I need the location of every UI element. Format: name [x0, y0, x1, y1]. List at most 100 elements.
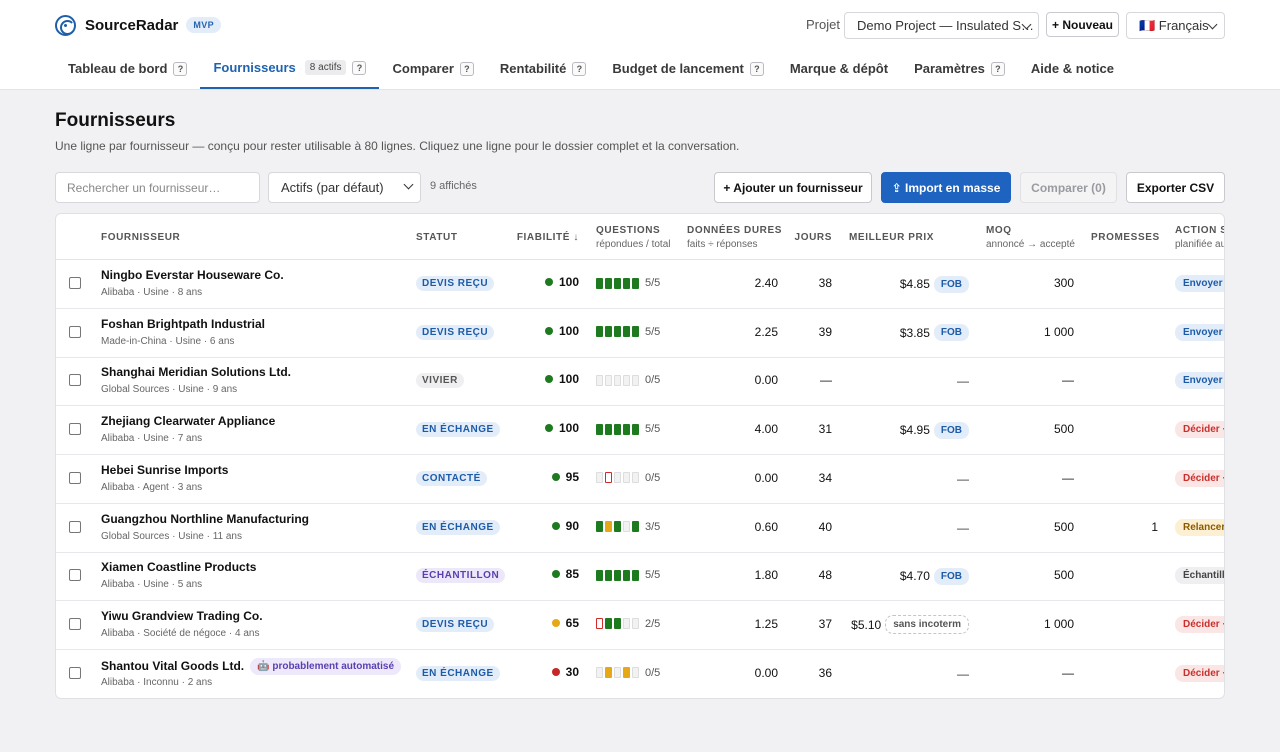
question-segment: [614, 423, 621, 435]
col-action[interactable]: ACTION S planifiée au: [1175, 214, 1224, 260]
new-project-button[interactable]: + Nouveau: [1046, 12, 1119, 37]
action-badge[interactable]: Décider ·: [1175, 615, 1224, 633]
row-checkbox[interactable]: [69, 423, 81, 436]
question-segment: [623, 277, 630, 289]
action-badge[interactable]: Échantill: [1175, 567, 1224, 585]
row-checkbox[interactable]: [69, 325, 81, 338]
action-badge[interactable]: Décider ·: [1175, 664, 1224, 682]
tab-brand-filing[interactable]: Marque & dépôt: [777, 48, 901, 89]
col-reliability[interactable]: FIABILITÉ ↓: [496, 214, 579, 260]
help-icon[interactable]: ?: [990, 61, 1005, 76]
project-select-value: Demo Project — Insulated S…: [857, 18, 1035, 33]
price-value: $4.85: [899, 277, 930, 291]
hard-data-value: 1.25: [754, 616, 778, 631]
table-row[interactable]: Ningbo Everstar Houseware Co. Alibaba · U…: [56, 260, 1224, 309]
price-value: —: [957, 520, 969, 535]
language-select[interactable]: 🇫🇷 Français: [1126, 12, 1225, 39]
action-badge[interactable]: Envoyer: [1175, 372, 1224, 390]
page-subtitle: Une ligne par fournisseur — conçu pour r…: [55, 139, 740, 153]
col-questions[interactable]: QUESTIONS répondues / total: [596, 214, 671, 260]
bulk-import-button[interactable]: ⇪ Import en masse: [881, 172, 1011, 203]
add-supplier-button[interactable]: + Ajouter un fournisseur: [714, 172, 872, 203]
search-input[interactable]: Rechercher un fournisseur…: [55, 172, 260, 203]
table-row[interactable]: Hebei Sunrise Imports Alibaba · Agent · 3…: [56, 455, 1224, 504]
table-row[interactable]: Shantou Vital Goods Ltd. 🤖 probablement a…: [56, 650, 1224, 698]
tab-suppliers[interactable]: Fournisseurs 8 actifs ?: [200, 48, 380, 89]
question-segment: [596, 569, 603, 581]
row-checkbox[interactable]: [69, 374, 81, 387]
row-checkbox[interactable]: [69, 617, 81, 630]
col-supplier[interactable]: FOURNISSEUR: [101, 214, 180, 260]
question-segment: [623, 667, 630, 679]
help-icon[interactable]: ?: [749, 61, 764, 76]
action-badge[interactable]: Envoyer: [1175, 323, 1224, 341]
incoterm-badge: FOB: [933, 567, 969, 585]
col-hard-data[interactable]: DONNÉES DURES faits ÷ réponses: [687, 214, 782, 260]
tab-dashboard[interactable]: Tableau de bord ?: [55, 48, 200, 89]
supplier-name-text: Guangzhou Northline Manufacturing: [101, 511, 309, 526]
table-row[interactable]: Foshan Brightpath Industrial Made-in-Chin…: [56, 309, 1224, 358]
col-status[interactable]: STATUT: [416, 214, 458, 260]
help-icon[interactable]: ?: [352, 60, 367, 75]
tab-compare[interactable]: Comparer ?: [379, 48, 486, 89]
question-segment: [605, 667, 612, 679]
row-checkbox[interactable]: [69, 666, 81, 679]
project-select[interactable]: Demo Project — Insulated S…: [844, 12, 1039, 39]
compare-button[interactable]: Comparer (0): [1020, 172, 1117, 203]
col-promises[interactable]: PROMESSES: [1091, 214, 1160, 260]
export-csv-button[interactable]: Exporter CSV: [1126, 172, 1225, 203]
help-icon[interactable]: ?: [572, 61, 587, 76]
help-icon[interactable]: ?: [459, 61, 474, 76]
status-badge: ÉCHANTILLON: [416, 568, 506, 584]
row-checkbox[interactable]: [69, 277, 81, 289]
question-segment: [596, 423, 603, 435]
question-segment: [596, 374, 603, 386]
hard-data-value: 4.00: [754, 422, 778, 437]
col-moq-sub: annoncé → accepté: [986, 238, 1075, 250]
action-badge[interactable]: Décider ·: [1175, 469, 1224, 487]
questions-ratio: 5/5: [645, 423, 661, 436]
best-price: $4.95 FOB: [846, 421, 969, 439]
col-days[interactable]: JOURS: [786, 214, 832, 260]
table-row[interactable]: Shanghai Meridian Solutions Ltd. Global S…: [56, 357, 1224, 407]
hard-data-value: 2.25: [754, 324, 778, 339]
tab-label: Comparer: [392, 61, 454, 76]
best-price: $3.85 FOB: [846, 324, 969, 342]
status-badge: DEVIS REÇU: [416, 616, 495, 632]
supplier-name-text: Yiwu Grandview Trading Co.: [101, 608, 263, 623]
questions-progress: 0/5: [596, 667, 660, 679]
tab-profitability[interactable]: Rentabilité ?: [487, 48, 599, 89]
help-icon[interactable]: ?: [173, 61, 188, 76]
hard-data-value: 1.80: [754, 568, 778, 583]
row-checkbox[interactable]: [69, 471, 81, 484]
questions-ratio: 5/5: [645, 325, 661, 338]
action-badge[interactable]: Relancer: [1175, 518, 1224, 536]
reliability-value: 95: [565, 469, 579, 484]
col-moq[interactable]: MOQ annoncé → accepté: [986, 214, 1075, 260]
reliability-score: 30: [536, 665, 579, 679]
tab-settings[interactable]: Paramètres ?: [901, 48, 1018, 89]
table-row[interactable]: Guangzhou Northline Manufacturing Global …: [56, 504, 1224, 553]
action-badge[interactable]: Envoyer: [1175, 275, 1224, 292]
col-hard-data-sub: faits ÷ réponses: [687, 238, 758, 250]
best-price: —: [846, 372, 969, 390]
price-value: $4.70: [899, 569, 930, 584]
price-value: —: [957, 666, 969, 681]
language-select-value: 🇫🇷 Français: [1139, 17, 1209, 33]
row-checkbox[interactable]: [69, 520, 81, 533]
hard-data-value: 2.40: [754, 276, 778, 290]
questions-progress: 5/5: [596, 326, 660, 338]
row-checkbox[interactable]: [69, 569, 81, 582]
action-badge[interactable]: Décider ·: [1175, 421, 1224, 439]
table-row[interactable]: Zhejiang Clearwater Appliance Alibaba · U…: [56, 406, 1224, 456]
table-row[interactable]: Xiamen Coastline Products Alibaba · Usine…: [56, 552, 1224, 602]
brand[interactable]: SourceRadar MVP: [55, 13, 222, 37]
supplier-meta: Global Sources · Usine · 9 ans: [101, 384, 238, 396]
moq-value: 1 000: [1043, 616, 1074, 631]
table-row[interactable]: Yiwu Grandview Trading Co. Alibaba · Soci…: [56, 601, 1224, 650]
incoterm-badge: FOB: [933, 324, 969, 342]
status-filter-select[interactable]: Actifs (par défaut): [268, 172, 421, 203]
col-best-price[interactable]: MEILLEUR PRIX: [849, 214, 934, 260]
tab-launch-budget[interactable]: Budget de lancement ?: [599, 48, 776, 89]
tab-help[interactable]: Aide & notice: [1018, 48, 1127, 89]
